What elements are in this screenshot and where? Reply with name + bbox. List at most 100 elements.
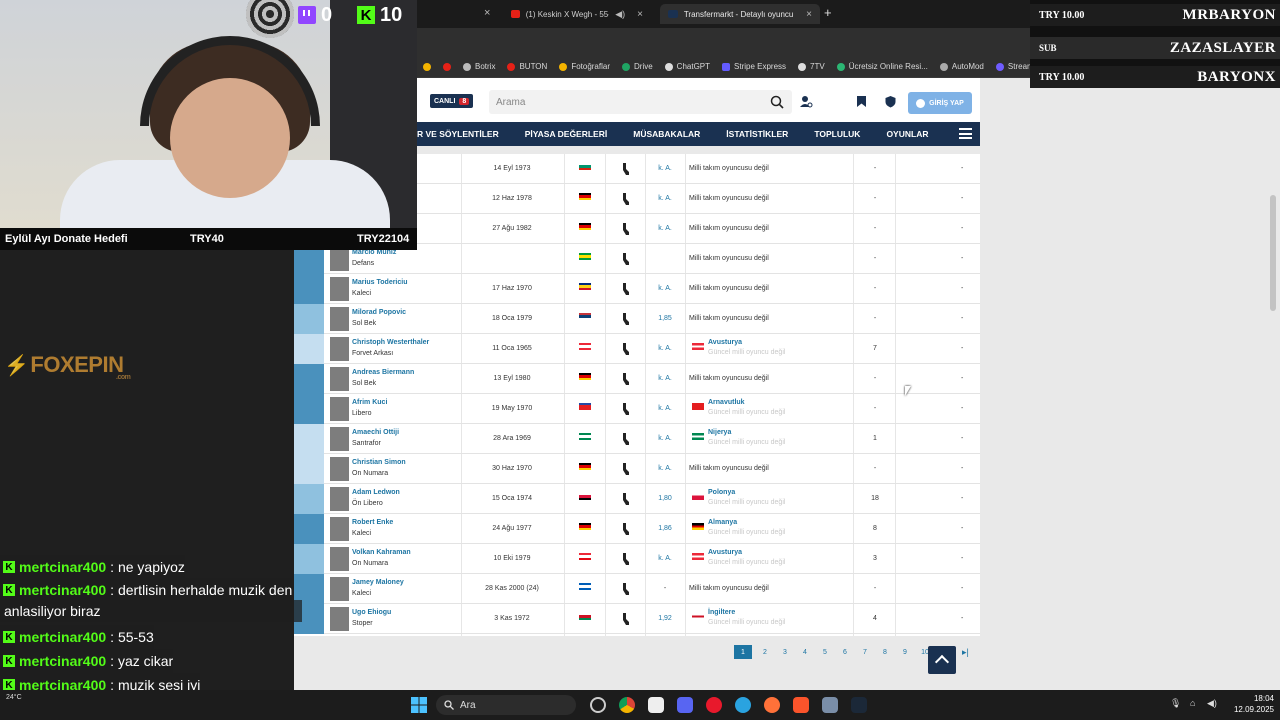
edge-icon[interactable] xyxy=(735,697,751,713)
nav-item[interactable]: İSTATİSTİKLER xyxy=(713,129,801,139)
player-name-link[interactable]: Milorad Popovic xyxy=(352,309,406,316)
player-name-link[interactable]: Ugo Ehiogu xyxy=(352,609,391,616)
player-name-link[interactable]: Robert Enke xyxy=(352,519,393,526)
bookmark-stripe[interactable]: Stripe Express xyxy=(722,62,786,71)
task-view-icon[interactable] xyxy=(590,697,606,713)
player-photo[interactable] xyxy=(330,547,349,571)
discord-icon[interactable] xyxy=(677,697,693,713)
player-photo[interactable] xyxy=(330,337,349,361)
player-photo[interactable] xyxy=(330,367,349,391)
player-name-link[interactable]: Volkan Kahraman xyxy=(352,549,411,556)
scroll-to-top-button[interactable] xyxy=(928,646,956,674)
mic-icon[interactable]: 🎙 xyxy=(1170,698,1181,709)
page-link[interactable]: 6 xyxy=(838,645,852,659)
player-name-link[interactable]: Jamey Maloney xyxy=(352,579,404,586)
firefox-icon[interactable] xyxy=(764,697,780,713)
national-team-link[interactable]: Polonya xyxy=(708,489,735,496)
player-name-link[interactable]: Marcio Muniz xyxy=(352,249,396,256)
page-link[interactable]: 3 xyxy=(778,645,792,659)
close-tab-icon[interactable]: × xyxy=(806,9,812,20)
player-photo[interactable] xyxy=(330,277,349,301)
national-team-link[interactable]: Arnavutluk xyxy=(708,399,745,406)
page-link[interactable]: 5 xyxy=(818,645,832,659)
player-photo[interactable] xyxy=(330,577,349,601)
opera-icon[interactable] xyxy=(706,697,722,713)
chat-username[interactable]: mertcinar400 xyxy=(19,653,106,669)
page-scrollbar[interactable] xyxy=(1270,195,1276,311)
national-team-link[interactable]: İngiltere xyxy=(708,609,735,616)
nav-item[interactable]: PİYASA DEĞERLERİ xyxy=(512,129,621,139)
player-photo[interactable] xyxy=(330,607,349,631)
volume-icon[interactable]: ◀) xyxy=(1207,698,1217,709)
player-name-link[interactable]: Marius Todericiu xyxy=(352,279,408,286)
page-link[interactable]: 4 xyxy=(798,645,812,659)
player-name-link[interactable]: Christoph Westerthaler xyxy=(352,339,429,346)
last-page-icon[interactable]: ▸| xyxy=(962,647,969,658)
player-photo[interactable] xyxy=(330,307,349,331)
national-team-link[interactable]: Avusturya xyxy=(708,549,742,556)
page-link[interactable]: 2 xyxy=(758,645,772,659)
national-team-link[interactable]: Nijerya xyxy=(708,429,731,436)
national-team-link[interactable]: Avusturya xyxy=(708,339,742,346)
brave-icon[interactable] xyxy=(793,697,809,713)
network-icon[interactable]: ⌂ xyxy=(1190,698,1195,708)
tab-transfermarkt[interactable]: Transfermarkt - Detaylı oyuncu × xyxy=(660,4,820,24)
page-link[interactable]: 8 xyxy=(878,645,892,659)
chat-username[interactable]: mertcinar400 xyxy=(19,629,106,645)
bookmark-icon[interactable] xyxy=(423,62,431,71)
caps-count: 7 xyxy=(873,345,877,352)
bookmark-fotograflar[interactable]: Fotoğraflar xyxy=(559,62,610,71)
bookmark-7tv[interactable]: 7TV xyxy=(798,62,825,71)
player-photo[interactable] xyxy=(330,427,349,451)
player-name-link[interactable]: Afrim Kuci xyxy=(352,399,387,406)
nav-item[interactable]: MÜSABAKALAR xyxy=(620,129,713,139)
menu-icon[interactable] xyxy=(959,128,972,139)
steam-icon[interactable] xyxy=(851,697,867,713)
search-input[interactable]: Arama xyxy=(489,90,792,114)
chrome-icon[interactable] xyxy=(619,697,635,713)
page-link[interactable]: 1 xyxy=(734,645,752,659)
bookmark-botrix[interactable]: Botrix xyxy=(463,62,495,71)
nav-item[interactable]: OYUNLAR xyxy=(873,129,941,139)
foot-icon xyxy=(623,163,629,175)
search-icon[interactable] xyxy=(770,95,784,109)
bookmark-drive[interactable]: Drive xyxy=(622,62,653,71)
bookmark-automod[interactable]: AutoMod xyxy=(939,62,984,71)
page-link[interactable]: 7 xyxy=(858,645,872,659)
capcut-icon[interactable] xyxy=(648,697,664,713)
player-name-link[interactable]: Amaechi Ottiji xyxy=(352,429,399,436)
bookmark-icon[interactable] xyxy=(855,95,868,108)
app-icon[interactable] xyxy=(822,697,838,713)
player-name-link[interactable]: Christian Simon xyxy=(352,459,406,466)
page-link[interactable]: 9 xyxy=(898,645,912,659)
login-button[interactable]: GİRİŞ YAP xyxy=(908,92,972,114)
chat-username[interactable]: mertcinar400 xyxy=(19,559,106,575)
bookmark-chatgpt[interactable]: ChatGPT xyxy=(664,62,710,71)
live-button[interactable]: CANLI 8 xyxy=(430,94,474,108)
taskbar-clock[interactable]: 18:04 12.09.2025 xyxy=(1226,693,1274,715)
bookmark-resim[interactable]: Ücretsiz Online Resi... xyxy=(836,62,928,71)
tab-youtube[interactable]: (1) Keskin X Wegh - 55-53 ◀) × xyxy=(503,4,651,24)
nav-item[interactable]: TOPLULUK xyxy=(801,129,873,139)
bookmark-icon[interactable] xyxy=(443,62,451,71)
taskbar-search[interactable]: Ara xyxy=(436,695,576,715)
speaker-icon[interactable]: ◀) xyxy=(615,9,625,20)
weather-widget[interactable]: 24°C xyxy=(6,694,22,701)
player-name-link[interactable]: Adam Ledwon xyxy=(352,489,400,496)
player-photo[interactable] xyxy=(330,487,349,511)
new-tab-icon[interactable]: + xyxy=(824,5,832,20)
national-team-link[interactable]: Almanya xyxy=(708,519,737,526)
player-photo[interactable] xyxy=(330,517,349,541)
windows-start-icon[interactable] xyxy=(411,697,427,713)
player-photo[interactable] xyxy=(330,247,349,271)
player-photo[interactable] xyxy=(330,397,349,421)
close-tab-icon[interactable]: × xyxy=(637,9,643,20)
bookmark-buton[interactable]: BUTON xyxy=(507,62,547,71)
player-name-link[interactable]: Andreas Biermann xyxy=(352,369,414,376)
user-search-icon[interactable] xyxy=(800,95,813,108)
shield-icon[interactable] xyxy=(884,95,897,108)
player-photo[interactable] xyxy=(330,457,349,481)
close-tab-icon[interactable]: × xyxy=(484,7,490,19)
nav-item[interactable]: R VE SÖYLENTİLER xyxy=(417,129,512,139)
chat-username[interactable]: mertcinar400 xyxy=(19,582,106,598)
